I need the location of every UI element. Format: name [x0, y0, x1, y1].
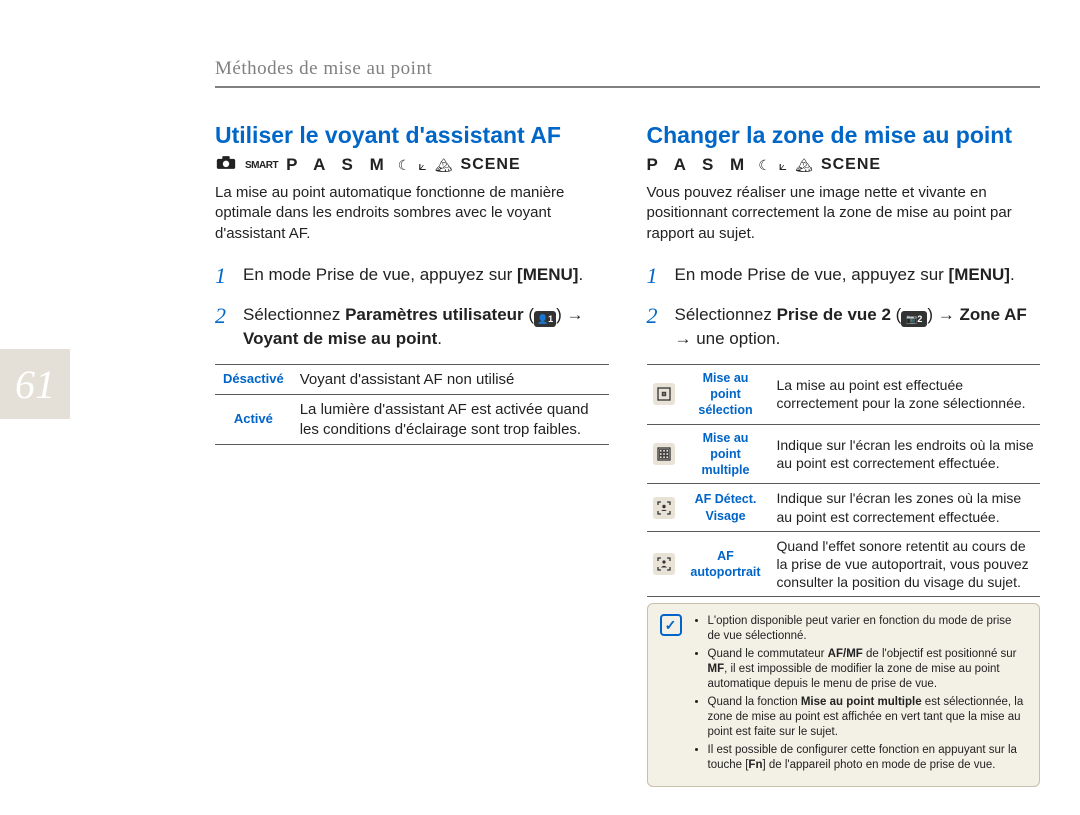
step-text: En mode Prise de vue, appuyez sur [MENU]… [675, 260, 1041, 292]
af-assist-table: Désactivé Voyant d'assistant AF non util… [215, 364, 609, 446]
step-number: 1 [647, 260, 665, 292]
step-number: 1 [215, 260, 233, 292]
option-desc: Voyant d'assistant AF non utilisé [292, 364, 609, 395]
step-text: Sélectionnez Paramètres utilisateur (👤1)… [243, 300, 609, 352]
table-row: AF autoportrait Quand l'effet sonore ret… [647, 531, 1041, 597]
body-icon: ⟀ [779, 157, 787, 174]
step-item: 2 Sélectionnez Prise de vue 2 (📷2) → Zon… [647, 300, 1041, 352]
mode-icons-right: P A S M ☾ ⟀ 🏔 SCENE [647, 155, 1041, 175]
row-icon [647, 531, 681, 597]
option-label: Désactivé [215, 364, 292, 395]
right-column: Changer la zone de mise au point P A S M… [647, 122, 1041, 787]
step-text: En mode Prise de vue, appuyez sur [MENU]… [243, 260, 609, 292]
mode-icons-left: SMART P A S M ☾ ⟀ 🏔 SCENE [215, 155, 609, 175]
moon-icon: ☾ [758, 157, 771, 174]
selection-af-icon [653, 383, 675, 405]
note-box: ✓ L'option disponible peut varier en fon… [647, 603, 1041, 786]
option-desc: La lumière d'assistant AF est activée qu… [292, 395, 609, 445]
step-text: Sélectionnez Prise de vue 2 (📷2) → Zone … [675, 300, 1041, 352]
step-number: 2 [215, 300, 233, 352]
pasm-label: P A S M [647, 155, 751, 175]
step-item: 1 En mode Prise de vue, appuyez sur [MEN… [647, 260, 1041, 292]
scene-label: SCENE [821, 156, 881, 174]
note-icon: ✓ [660, 614, 682, 636]
note-item: Quand la fonction Mise au point multiple… [708, 695, 1028, 740]
page-title: Méthodes de mise au point [215, 58, 1040, 80]
mountain-icon: 🏔 [795, 157, 813, 174]
camera-icon [215, 155, 237, 175]
steps-right: 1 En mode Prise de vue, appuyez sur [MEN… [647, 260, 1041, 352]
self-portrait-icon [653, 553, 675, 575]
user-params-icon: 👤1 [534, 311, 556, 327]
option-label: Mise au point sélection [681, 364, 771, 424]
option-label: AF Détect. Visage [681, 484, 771, 531]
step-item: 1 En mode Prise de vue, appuyez sur [MEN… [215, 260, 609, 292]
table-row: Mise au point multiple Indique sur l'écr… [647, 424, 1041, 484]
multi-af-icon [653, 443, 675, 465]
option-label: AF autoportrait [681, 531, 771, 597]
body-icon: ⟀ [418, 157, 426, 174]
row-icon [647, 484, 681, 531]
option-desc: Indique sur l'écran les zones où la mise… [771, 484, 1041, 531]
step-number: 2 [647, 300, 665, 352]
note-item: Quand le commutateur AF/MF de l'objectif… [708, 647, 1028, 692]
table-row: Mise au point sélection La mise au point… [647, 364, 1041, 424]
table-row: Désactivé Voyant d'assistant AF non util… [215, 364, 609, 395]
section-title-left: Utiliser le voyant d'assistant AF [215, 122, 609, 149]
note-item: L'option disponible peut varier en fonct… [708, 614, 1028, 644]
smart-label: SMART [245, 160, 278, 171]
manual-page: 61 Méthodes de mise au point Utiliser le… [0, 0, 1080, 815]
header-rule [215, 86, 1040, 88]
af-zone-table: Mise au point sélection La mise au point… [647, 364, 1041, 597]
step-item: 2 Sélectionnez Paramètres utilisateur (👤… [215, 300, 609, 352]
header: Méthodes de mise au point [215, 58, 1040, 80]
section-title-right: Changer la zone de mise au point [647, 122, 1041, 149]
row-icon [647, 364, 681, 424]
face-detect-icon [653, 497, 675, 519]
note-list: L'option disponible peut varier en fonct… [692, 614, 1028, 775]
option-label: Activé [215, 395, 292, 445]
pasm-label: P A S M [286, 155, 390, 175]
page-number: 61 [15, 361, 55, 408]
page-number-block: 61 [0, 349, 70, 419]
intro-right: Vous pouvez réaliser une image nette et … [647, 183, 1041, 244]
option-desc: Indique sur l'écran les endroits où la m… [771, 424, 1041, 484]
table-row: Activé La lumière d'assistant AF est act… [215, 395, 609, 445]
option-label: Mise au point multiple [681, 424, 771, 484]
option-desc: La mise au point est effectuée correctem… [771, 364, 1041, 424]
left-column: Utiliser le voyant d'assistant AF SMART … [215, 122, 609, 787]
mountain-icon: 🏔 [435, 157, 453, 174]
moon-icon: ☾ [398, 157, 411, 174]
row-icon [647, 424, 681, 484]
table-row: AF Détect. Visage Indique sur l'écran le… [647, 484, 1041, 531]
option-desc: Quand l'effet sonore retentit au cours d… [771, 531, 1041, 597]
steps-left: 1 En mode Prise de vue, appuyez sur [MEN… [215, 260, 609, 352]
camera-2-icon: 📷2 [901, 311, 927, 327]
note-item: Il est possible de configurer cette fonc… [708, 743, 1028, 773]
intro-left: La mise au point automatique fonctionne … [215, 183, 609, 244]
scene-label: SCENE [461, 156, 521, 174]
